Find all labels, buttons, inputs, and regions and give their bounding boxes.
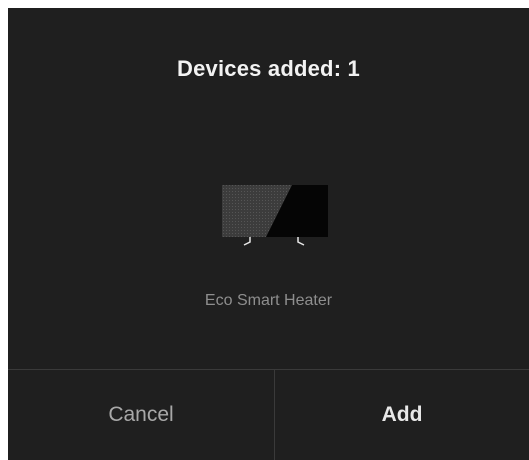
devices-added-dialog: Devices added: 1 Eco Smart Heater Cancel… [8,8,529,460]
add-button[interactable]: Add [275,370,529,460]
cancel-button[interactable]: Cancel [8,370,274,460]
device-name-label: Eco Smart Heater [204,292,333,309]
dialog-title: Devices added: 1 [177,56,360,81]
heater-icon [220,185,330,255]
